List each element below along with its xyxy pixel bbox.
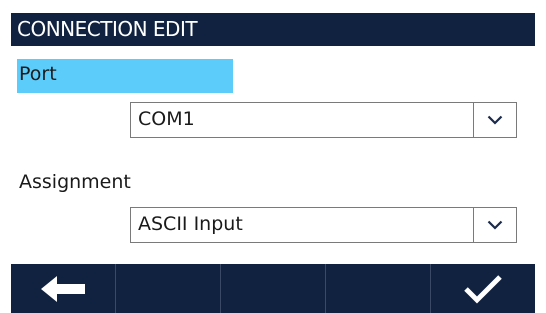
port-dropdown-button[interactable] — [473, 103, 516, 137]
softkey-4[interactable] — [326, 264, 431, 313]
assignment-label: Assignment — [19, 171, 131, 193]
chevron-down-icon — [487, 220, 503, 230]
softkey-back[interactable] — [11, 264, 116, 313]
assignment-selected-value: ASCII Input — [138, 213, 243, 235]
softkey-2[interactable] — [116, 264, 221, 313]
chevron-down-icon — [487, 115, 503, 125]
port-selected-value: COM1 — [138, 108, 195, 130]
assignment-dropdown-button[interactable] — [473, 208, 516, 242]
page-title: CONNECTION EDIT — [11, 13, 535, 46]
softkey-bar — [11, 264, 535, 313]
softkey-ok[interactable] — [431, 264, 535, 313]
assignment-dropdown[interactable]: ASCII Input — [130, 207, 517, 243]
port-label: Port — [17, 59, 233, 93]
port-dropdown[interactable]: COM1 — [130, 102, 517, 138]
checkmark-icon — [464, 274, 502, 304]
left-arrow-icon — [41, 275, 85, 302]
softkey-3[interactable] — [221, 264, 326, 313]
